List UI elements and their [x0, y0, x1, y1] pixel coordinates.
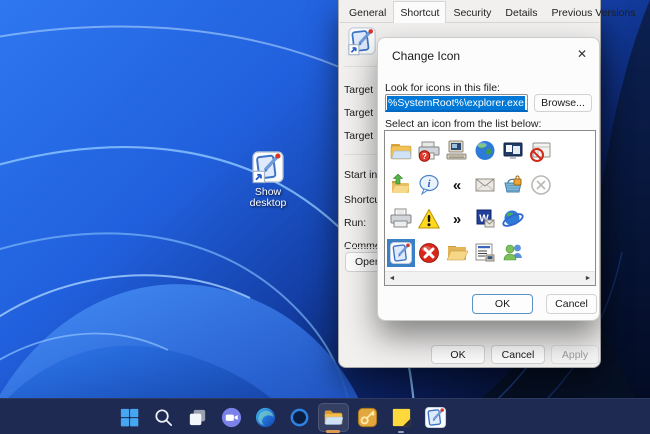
- printer-question-icon[interactable]: ?: [415, 137, 443, 165]
- sticky-notes-button[interactable]: [384, 399, 418, 434]
- globe-icon[interactable]: [471, 137, 499, 165]
- circle-cross-icon[interactable]: [527, 171, 555, 199]
- show-desktop-icon: [424, 406, 447, 429]
- select-icon-label: Select an icon from the list below:: [385, 118, 542, 130]
- sticky-notes-icon: [390, 406, 413, 429]
- props-field-label: Shortcut: [344, 194, 378, 206]
- folder-closed-icon[interactable]: [387, 137, 415, 165]
- shortcut-label: Show desktop: [249, 186, 287, 209]
- active-app-highlight: [317, 402, 349, 432]
- chat-icon: [220, 406, 243, 429]
- basket-lock-icon[interactable]: [499, 171, 527, 199]
- show-desktop-shortcut[interactable]: Show desktop: [232, 150, 304, 209]
- shortcut-properties-icon: [347, 26, 377, 56]
- close-icon[interactable]: ✕: [573, 45, 591, 63]
- scroll-left-arrow-icon[interactable]: ◄: [385, 272, 399, 286]
- props-field-label: Target: [344, 107, 374, 119]
- chat-button[interactable]: [214, 399, 248, 434]
- info-bubble-icon[interactable]: i: [415, 171, 443, 199]
- taskbar: [0, 398, 650, 434]
- props-field-label: Target: [344, 84, 374, 96]
- tab-general[interactable]: General: [342, 2, 393, 23]
- props-field-label: Start in: [344, 169, 378, 181]
- search-button[interactable]: [146, 399, 180, 434]
- folder-open-icon[interactable]: [443, 239, 471, 267]
- icon-list-box[interactable]: ? i « » W ◄ ►: [384, 130, 596, 286]
- horizontal-scrollbar[interactable]: ◄ ►: [385, 271, 595, 285]
- scroll-right-arrow-icon[interactable]: ►: [581, 272, 595, 286]
- task-view-icon: [186, 406, 209, 429]
- computer-keyboard-icon[interactable]: [443, 137, 471, 165]
- file-explorer-button[interactable]: [316, 399, 350, 434]
- selected-input-text: %SystemRoot%\explorer.exe: [387, 95, 525, 110]
- running-indicator: [398, 430, 404, 433]
- look-for-icons-label: Look for icons in this file:: [385, 82, 500, 94]
- svg-text:«: «: [453, 177, 461, 194]
- props-field-label: Run:: [344, 217, 367, 229]
- envelope-icon[interactable]: [471, 171, 499, 199]
- printer-document-icon[interactable]: [387, 205, 415, 233]
- explorer-icon: [323, 407, 344, 428]
- show-desktop-icon: [251, 150, 285, 184]
- show-desktop-app-button[interactable]: [418, 399, 452, 434]
- taskbar-items: [112, 399, 452, 434]
- tab-details[interactable]: Details: [498, 2, 544, 23]
- icon-grid: ? i « » W: [387, 137, 555, 273]
- properties-ok-button[interactable]: OK: [431, 345, 485, 364]
- properties-apply-button[interactable]: Apply: [551, 345, 599, 364]
- change-icon-dialog: Change Icon ✕ Look for icons in this fil…: [377, 37, 600, 321]
- word-document-icon[interactable]: W: [471, 205, 499, 233]
- change-icon-ok-button[interactable]: OK: [472, 294, 533, 314]
- dialog-title: Change Icon: [392, 49, 461, 63]
- edge-button[interactable]: [248, 399, 282, 434]
- chevrons-left-icon[interactable]: «: [443, 171, 471, 199]
- show-desktop-icon[interactable]: [387, 239, 415, 267]
- search-icon: [152, 406, 175, 429]
- tab-strip: General Shortcut Security Details Previous V…: [340, 1, 636, 23]
- globe-swoosh-icon[interactable]: [499, 205, 527, 233]
- monitor-windows-icon[interactable]: [499, 137, 527, 165]
- task-view-button[interactable]: [180, 399, 214, 434]
- change-icon-cancel-button[interactable]: Cancel: [546, 294, 597, 314]
- keys-app-icon: [356, 406, 379, 429]
- cardfile-blocked-icon[interactable]: [527, 137, 555, 165]
- props-field-label: Comment: [344, 240, 378, 252]
- settings-list-icon[interactable]: [471, 239, 499, 267]
- running-indicator: [326, 430, 340, 433]
- users-icon[interactable]: [499, 239, 527, 267]
- svg-text:»: »: [453, 211, 461, 228]
- start-button[interactable]: [112, 399, 146, 434]
- keys-app-button[interactable]: [350, 399, 384, 434]
- tab-previous-versions[interactable]: Previous Versions: [545, 2, 643, 23]
- edge-icon: [254, 406, 277, 429]
- start-icon: [118, 406, 141, 429]
- chevrons-right-icon[interactable]: »: [443, 205, 471, 233]
- warning-triangle-icon[interactable]: [415, 205, 443, 233]
- folder-share-icon[interactable]: [387, 171, 415, 199]
- props-field-label: Target: [344, 130, 374, 142]
- tab-security[interactable]: Security: [446, 2, 498, 23]
- red-cross-icon[interactable]: [415, 239, 443, 267]
- properties-cancel-button[interactable]: Cancel: [491, 345, 545, 364]
- ring-app-icon: [288, 406, 311, 429]
- tab-shortcut[interactable]: Shortcut: [393, 1, 447, 23]
- ring-app-button[interactable]: [282, 399, 316, 434]
- icon-path-input[interactable]: %SystemRoot%\explorer.exe: [385, 94, 528, 112]
- svg-text:?: ?: [422, 152, 427, 161]
- browse-button[interactable]: Browse...: [534, 94, 592, 112]
- screen: Show desktop General Shortcut Security Deta…: [0, 0, 650, 434]
